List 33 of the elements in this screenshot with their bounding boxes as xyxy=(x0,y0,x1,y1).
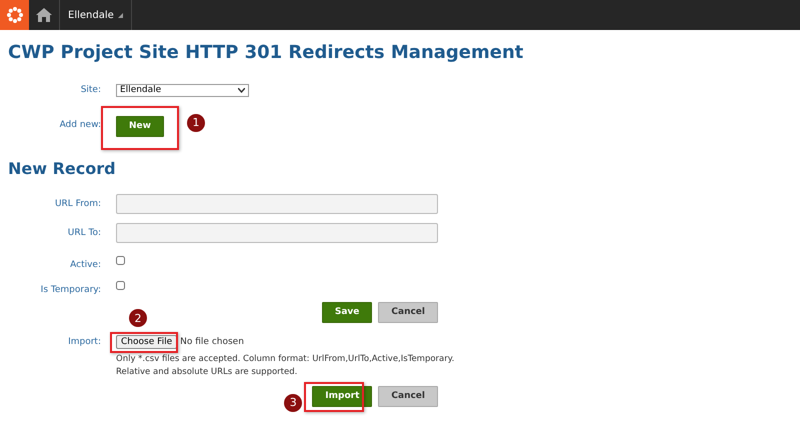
url-field[interactable] xyxy=(116,194,438,214)
caret-icon xyxy=(118,12,123,18)
field-label: Is Temporary: xyxy=(40,285,101,295)
highlight-frame xyxy=(304,382,364,412)
site-select[interactable]: Ellendale xyxy=(116,84,249,96)
home-icon[interactable] xyxy=(36,8,52,22)
import-button[interactable]: Import xyxy=(312,386,372,406)
highlight-frame xyxy=(110,332,178,353)
choose-file-button[interactable]: Choose File xyxy=(116,335,178,349)
new-button[interactable]: New xyxy=(116,116,164,137)
field-label: URL To: xyxy=(66,228,101,238)
logo-icon[interactable] xyxy=(0,0,29,30)
field-label: Import: xyxy=(67,337,101,347)
save-button[interactable]: Save xyxy=(322,302,372,322)
chevron-down-icon xyxy=(238,88,245,92)
field-label: URL From: xyxy=(54,199,101,209)
callout-badge: 2 xyxy=(129,309,147,327)
help-text: Only *.csv files are accepted. Column format: UrlFrom,UrlTo,Active,IsTemporary. xyxy=(116,353,454,366)
url-field[interactable] xyxy=(116,223,438,243)
file-status: No file chosen xyxy=(180,337,244,347)
cancel-button[interactable]: Cancel xyxy=(378,302,438,322)
field-label: Active: xyxy=(69,260,101,270)
cancel-button[interactable]: Cancel xyxy=(378,386,438,406)
callout-badge: 1 xyxy=(187,114,205,132)
checkbox[interactable] xyxy=(116,256,125,264)
checkbox[interactable] xyxy=(116,280,125,290)
help-text: Relative and absolute URLs are supported. xyxy=(116,366,298,379)
section-heading: New Record xyxy=(8,159,117,178)
site-menu[interactable]: Ellendale xyxy=(60,0,132,30)
callout-badge: 3 xyxy=(284,394,302,412)
page-title: CWP Project Site HTTP 301 Redirects Management xyxy=(8,41,524,65)
field-label: Add new: xyxy=(58,120,101,130)
field-label: Site: xyxy=(80,85,101,95)
